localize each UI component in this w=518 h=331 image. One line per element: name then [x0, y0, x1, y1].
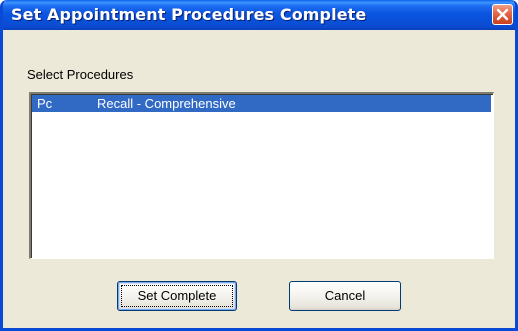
cancel-label: Cancel [324, 288, 366, 303]
close-icon [496, 8, 509, 21]
close-button[interactable] [492, 4, 513, 25]
procedures-listbox[interactable]: Pc Recall - Comprehensive [29, 92, 494, 259]
cancel-button[interactable]: Cancel [289, 281, 401, 311]
procedure-description: Recall - Comprehensive [97, 96, 236, 111]
procedure-code: Pc [37, 96, 53, 111]
window-title: Set Appointment Procedures Complete [11, 5, 367, 24]
set-complete-button[interactable]: Set Complete [117, 281, 237, 311]
dialog-window: Set Appointment Procedures Complete Sele… [0, 0, 518, 331]
title-bar[interactable]: Set Appointment Procedures Complete [3, 0, 515, 30]
list-item[interactable]: Pc Recall - Comprehensive [32, 95, 491, 112]
set-complete-label: Set Complete [137, 288, 217, 303]
select-procedures-label: Select Procedures [27, 67, 134, 82]
